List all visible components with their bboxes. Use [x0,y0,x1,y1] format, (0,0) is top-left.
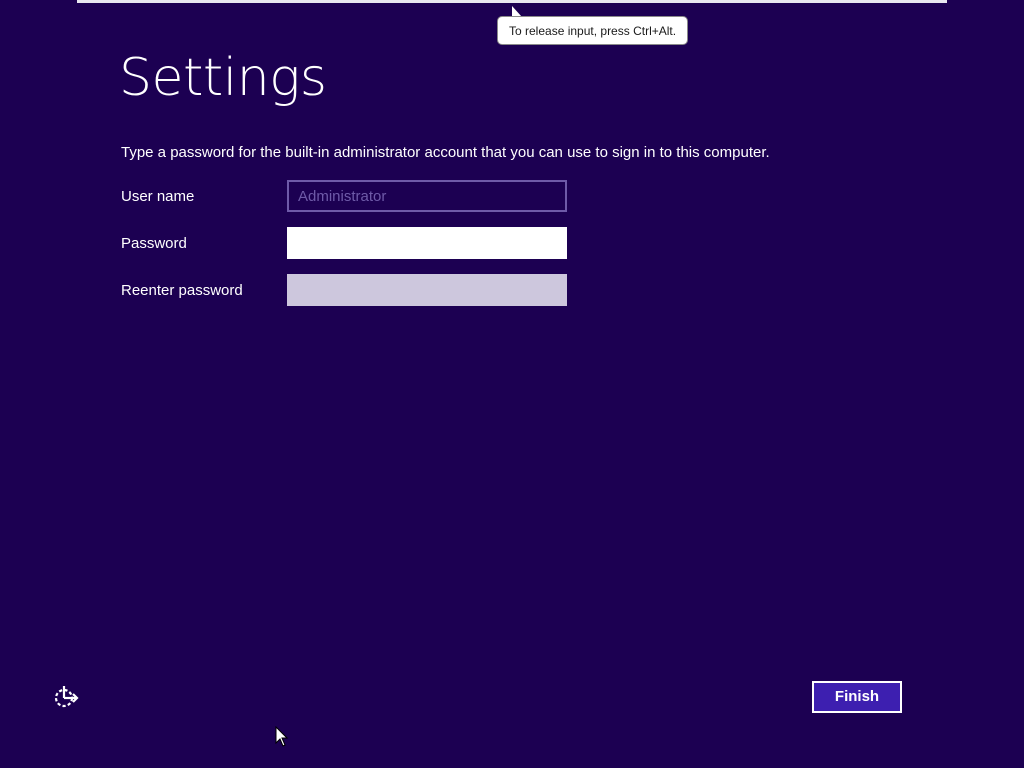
username-field: Administrator [287,180,567,212]
username-label: User name [121,188,195,205]
mouse-cursor-icon [275,725,289,748]
page-title: Settings [119,48,327,108]
password-field[interactable] [287,227,567,259]
release-input-tooltip: To release input, press Ctrl+Alt. [497,16,689,45]
page-description: Type a password for the built-in adminis… [121,144,770,161]
reenter-password-label: Reenter password [121,282,243,299]
setup-screen: To release input, press Ctrl+Alt. Settin… [0,0,1024,768]
ease-of-access-icon[interactable] [52,684,80,710]
password-label: Password [121,235,187,252]
finish-button[interactable]: Finish [812,681,902,713]
reenter-password-field[interactable] [287,274,567,306]
vm-window-top-edge [77,0,947,3]
